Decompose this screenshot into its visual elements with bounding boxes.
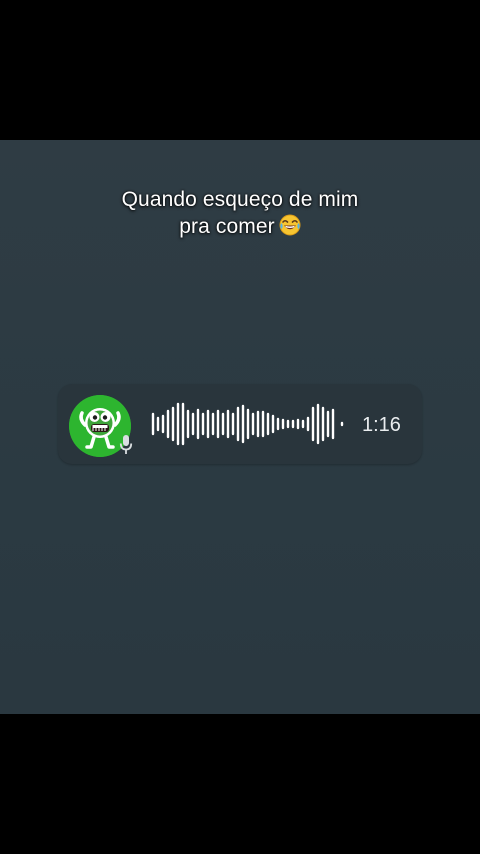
top-letterbox: [0, 0, 480, 140]
caption-line-2: pra comer: [179, 215, 275, 238]
bottom-letterbox: [0, 714, 480, 854]
video-frame: Quando esqueço de mim pra comer 1:16: [0, 0, 480, 854]
caption-line-1: Quando esqueço de mim: [121, 188, 359, 211]
microphone-icon: [119, 434, 133, 456]
laughing-emoji-icon: [279, 214, 301, 243]
audio-waveform[interactable]: [150, 400, 350, 448]
meme-caption: Quando esqueço de mim pra comer: [40, 186, 440, 243]
voice-duration: 1:16: [362, 414, 401, 436]
caption-line-2-wrap: pra comer: [40, 213, 440, 243]
voice-message-bubble[interactable]: 1:16: [58, 384, 422, 464]
